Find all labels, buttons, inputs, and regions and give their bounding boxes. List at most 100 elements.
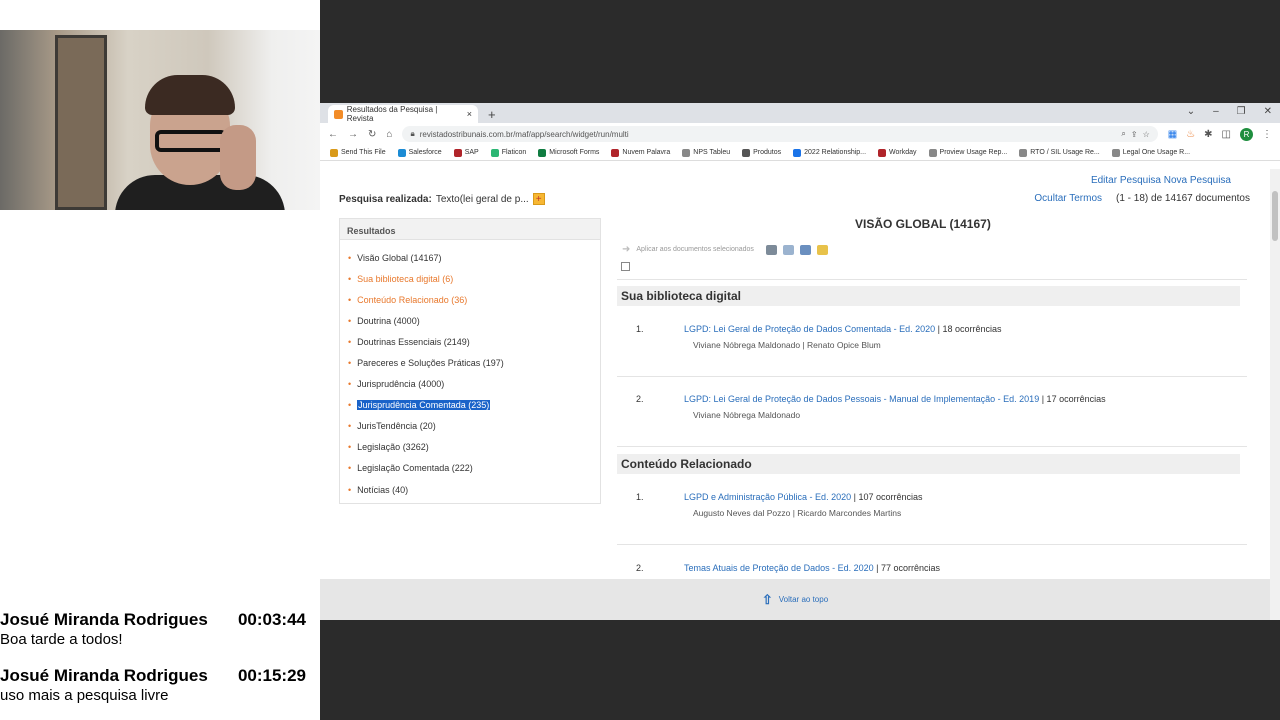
facet-item[interactable]: • Visão Global (14167): [348, 247, 600, 268]
divider: [617, 446, 1247, 447]
facet-item[interactable]: • Notícias (40): [348, 479, 600, 500]
facet-label[interactable]: Pareceres e Soluções Práticas (197): [357, 358, 504, 368]
bullet-icon: •: [348, 463, 352, 474]
facet-label[interactable]: Jurisprudência (4000): [357, 379, 444, 389]
close-window-icon[interactable]: ✕: [1264, 106, 1272, 117]
page-scrollbar[interactable]: [1270, 169, 1280, 620]
bookmark-label: Produtos: [753, 149, 782, 156]
facet-label[interactable]: Visão Global (14167): [357, 253, 441, 263]
participant-hand: [220, 125, 256, 190]
menu-icon[interactable]: ⋮: [1262, 129, 1272, 140]
extensions-puzzle-icon[interactable]: ✱: [1204, 129, 1212, 140]
close-tab-icon[interactable]: ×: [467, 109, 472, 119]
results-meta: Ocultar Termos (1 - 18) de 14167 documen…: [1034, 193, 1250, 204]
divider: [617, 376, 1247, 377]
facet-item[interactable]: • Sua biblioteca digital (6): [348, 268, 600, 289]
bookmark-item[interactable]: Produtos: [742, 148, 782, 157]
bookmark-label: Nuvem Palavra: [622, 149, 671, 156]
save-icon[interactable]: [799, 244, 811, 255]
facet-item[interactable]: • Legislação Comentada (222): [348, 458, 600, 479]
bookmark-item[interactable]: Send This File: [330, 148, 386, 157]
bookmark-item[interactable]: Legal One Usage R...: [1111, 148, 1190, 157]
divider: [617, 544, 1247, 545]
document-number: 2.: [636, 563, 644, 573]
facet-label[interactable]: Legislação (3262): [357, 442, 429, 452]
bookmark-favicon-icon: [793, 148, 802, 157]
main-title: VISÃO GLOBAL (14167): [855, 217, 991, 231]
url-bar[interactable]: 🔒︎ revistadostribunais.com.br/maf/app/se…: [402, 126, 1158, 142]
bookmark-item[interactable]: Workday: [878, 148, 917, 157]
window-controls: ⌄ – ❐ ✕: [1187, 106, 1272, 117]
forward-icon[interactable]: →: [348, 129, 358, 140]
facet-item[interactable]: • Doutrina (4000): [348, 310, 600, 331]
facet-label[interactable]: Doutrina (4000): [357, 316, 420, 326]
back-icon[interactable]: ←: [328, 129, 338, 140]
facet-item[interactable]: • Pareceres e Soluções Práticas (197): [348, 352, 600, 373]
extension-flame-icon[interactable]: ♨: [1186, 129, 1195, 140]
bookmark-item[interactable]: NPS Tableu: [682, 148, 730, 157]
bookmark-item[interactable]: RTO / SIL Usage Re...: [1019, 148, 1100, 157]
bookmark-item[interactable]: 2022 Relationship...: [793, 148, 866, 157]
facet-label[interactable]: Legislação Comentada (222): [357, 463, 473, 473]
bookmark-item[interactable]: Nuvem Palavra: [611, 148, 671, 157]
new-tab-button[interactable]: +: [488, 107, 496, 122]
document-title-link[interactable]: LGPD: Lei Geral de Proteção de Dados Pes…: [684, 394, 1039, 404]
facet-label[interactable]: Doutrinas Essenciais (2149): [357, 337, 470, 347]
bookmark-item[interactable]: Salesforce: [397, 148, 442, 157]
select-all-checkbox[interactable]: [621, 262, 630, 271]
document-title-link[interactable]: LGPD e Administração Pública - Ed. 2020: [684, 492, 851, 502]
bullet-icon: •: [348, 400, 352, 411]
star-icon[interactable]: ☆: [1143, 130, 1150, 139]
bookmark-item[interactable]: Proview Usage Rep...: [928, 148, 1007, 157]
chat-message: Josué Miranda Rodrigues 00:15:29 uso mai…: [0, 666, 320, 704]
expand-search-button[interactable]: +: [532, 193, 545, 205]
scrollbar-thumb[interactable]: [1272, 191, 1278, 241]
minimize-icon[interactable]: –: [1213, 106, 1219, 117]
back-to-top-link[interactable]: Voltar ao topo: [779, 595, 828, 604]
facet-item[interactable]: • Conteúdo Relacionado (36): [348, 289, 600, 310]
bookmark-label: Salesforce: [408, 149, 442, 156]
profile-avatar[interactable]: R: [1240, 127, 1253, 141]
new-search-link[interactable]: Nova Pesquisa: [1164, 175, 1231, 186]
share-icon[interactable]: ⇪: [1131, 130, 1138, 139]
facet-label[interactable]: Sua biblioteca digital (6): [357, 274, 453, 284]
bookmark-favicon-icon: [397, 148, 406, 157]
document-title-link[interactable]: LGPD: Lei Geral de Proteção de Dados Com…: [684, 324, 935, 334]
document-title-link[interactable]: Temas Atuais de Proteção de Dados - Ed. …: [684, 563, 874, 573]
facet-item[interactable]: • Doutrinas Essenciais (2149): [348, 331, 600, 352]
folder-icon[interactable]: [816, 244, 828, 255]
facet-label[interactable]: Jurisprudência Comentada (235): [357, 400, 491, 411]
facet-label[interactable]: Notícias (40): [357, 485, 408, 495]
bookmark-item[interactable]: Microsoft Forms: [538, 148, 599, 157]
edit-search-link[interactable]: Editar Pesquisa: [1091, 175, 1161, 186]
arrow-up-icon[interactable]: ⇧: [762, 592, 773, 608]
hide-terms-link[interactable]: Ocultar Termos: [1034, 193, 1102, 204]
print-icon[interactable]: [765, 244, 777, 255]
email-icon[interactable]: [782, 244, 794, 255]
reload-icon[interactable]: ↻: [368, 129, 376, 140]
home-icon[interactable]: ⌂: [386, 129, 392, 140]
facet-label[interactable]: JurisTendência (20): [357, 421, 436, 431]
facet-label[interactable]: Conteúdo Relacionado (36): [357, 295, 467, 305]
background-door: [55, 35, 107, 210]
document-authors: Augusto Neves dal Pozzo | Ricardo Marcon…: [693, 508, 902, 518]
document-item: 1. LGPD: Lei Geral de Proteção de Dados …: [636, 324, 1002, 350]
bookmark-favicon-icon: [682, 148, 691, 157]
document-occurrences: | 107 ocorrências: [853, 492, 923, 502]
facet-list: • Visão Global (14167) • Sua biblioteca dig…: [340, 240, 600, 500]
facet-item[interactable]: • JurisTendência (20): [348, 416, 600, 437]
bookmark-favicon-icon: [490, 148, 499, 157]
bookmark-item[interactable]: Flaticon: [490, 148, 526, 157]
extension-windows-icon[interactable]: ▦: [1168, 129, 1177, 140]
facet-item[interactable]: • Jurisprudência Comentada (235): [348, 395, 600, 416]
chevron-down-icon[interactable]: ⌄: [1187, 106, 1195, 117]
bookmark-item[interactable]: SAP: [453, 148, 479, 157]
bookmark-favicon-icon: [878, 148, 887, 157]
side-panel-icon[interactable]: ◫: [1222, 129, 1231, 140]
browser-tab[interactable]: Resultados da Pesquisa | Revista ×: [328, 105, 478, 123]
bookmark-favicon-icon: [538, 148, 547, 157]
facet-item[interactable]: • Jurisprudência (4000): [348, 374, 600, 395]
facet-item[interactable]: • Legislação (3262): [348, 437, 600, 458]
zoom-icon[interactable]: ⌕: [1121, 129, 1125, 139]
maximize-icon[interactable]: ❐: [1237, 106, 1246, 117]
